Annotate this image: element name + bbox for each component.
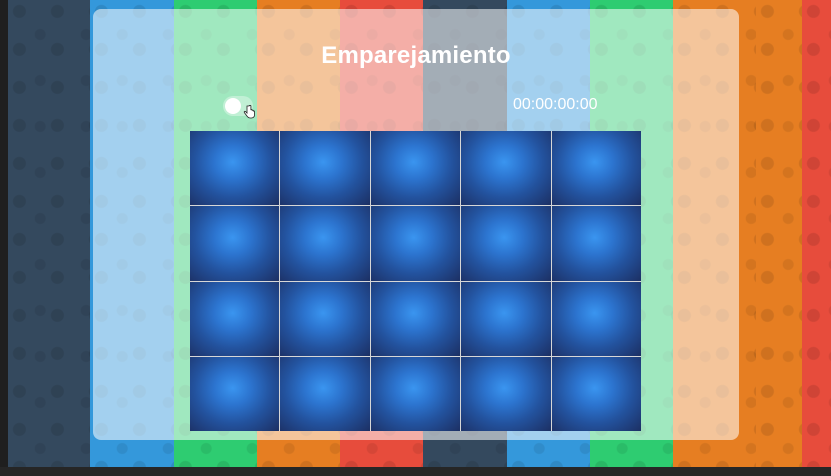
memory-card[interactable] <box>190 281 280 356</box>
memory-card[interactable] <box>370 206 461 281</box>
background-stripe <box>801 0 831 476</box>
memory-card[interactable] <box>370 131 461 206</box>
memory-card[interactable] <box>280 206 370 281</box>
memory-card[interactable] <box>280 281 370 356</box>
memory-card[interactable] <box>370 281 461 356</box>
game-panel: Emparejamiento 00:00:00:00 <box>93 9 739 440</box>
background-stripe <box>756 0 802 476</box>
memory-card[interactable] <box>461 131 551 206</box>
game-title: Emparejamiento <box>321 42 511 69</box>
memory-card[interactable] <box>190 131 280 206</box>
memory-card[interactable] <box>370 356 461 431</box>
toggle-knob <box>225 98 241 114</box>
memory-card[interactable] <box>461 206 551 281</box>
memory-card[interactable] <box>190 356 280 431</box>
hand-pointer-icon <box>243 105 255 119</box>
background-stripe <box>8 0 91 476</box>
bottom-edge <box>0 467 831 476</box>
memory-card[interactable] <box>190 206 280 281</box>
memory-card[interactable] <box>551 206 641 281</box>
memory-card[interactable] <box>551 131 641 206</box>
memory-card[interactable] <box>280 131 370 206</box>
card-board <box>190 131 641 431</box>
memory-card[interactable] <box>280 356 370 431</box>
memory-card[interactable] <box>551 356 641 431</box>
elapsed-timer: 00:00:00:00 <box>513 96 598 113</box>
memory-card[interactable] <box>461 356 551 431</box>
memory-card[interactable] <box>551 281 641 356</box>
memory-card[interactable] <box>461 281 551 356</box>
